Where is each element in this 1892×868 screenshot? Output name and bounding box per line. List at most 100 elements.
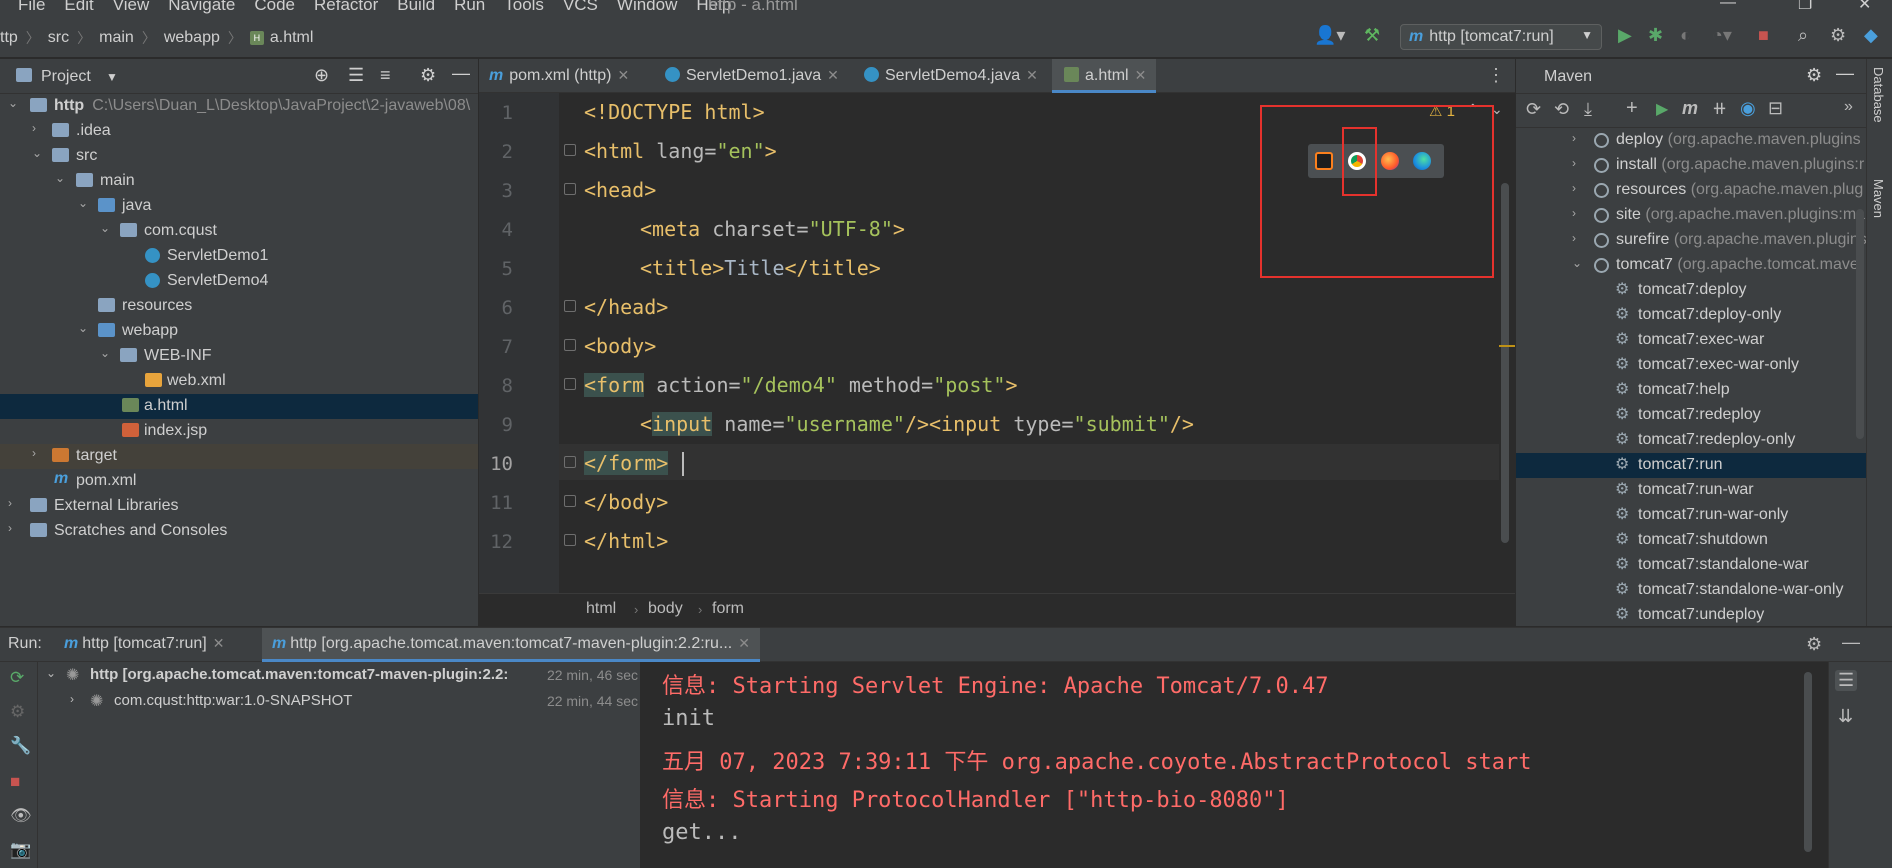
code-line-10[interactable]: </form>	[584, 451, 669, 475]
maven-plugin-site[interactable]: › site (org.apache.maven.plugins:ma	[1516, 203, 1866, 228]
folder-reload-icon[interactable]: ⟲	[1554, 99, 1569, 120]
menu-view[interactable]: View	[113, 0, 150, 15]
code-line-5[interactable]: <title>Title</title>	[640, 256, 881, 280]
menu-window[interactable]: Window	[617, 0, 677, 15]
maven-goal[interactable]: ⚙ tomcat7:redeploy	[1516, 403, 1866, 428]
menu-run[interactable]: Run	[454, 0, 485, 15]
chevron-right-icon[interactable]: ›	[32, 121, 36, 135]
maven-goal[interactable]: ⚙ tomcat7:deploy-only	[1516, 303, 1866, 328]
code-line-2[interactable]: <html lang="en">	[584, 139, 777, 163]
fold-marker-icon[interactable]	[564, 339, 576, 351]
chevron-down-icon[interactable]: ⌄	[100, 346, 110, 360]
run-configuration-select[interactable]: m http [tomcat7:run] ▼	[1400, 24, 1602, 50]
fold-marker-icon[interactable]	[564, 495, 576, 507]
restore-icon[interactable]: ❐	[1798, 0, 1812, 14]
crumb-main[interactable]: main	[99, 29, 134, 47]
chevron-right-icon[interactable]: ›	[1572, 231, 1576, 245]
code-line-7[interactable]: <body>	[584, 334, 656, 358]
chevron-down-icon[interactable]: ⌄	[78, 196, 88, 210]
chevron-right-icon[interactable]: ›	[1572, 181, 1576, 195]
code-line-8[interactable]: <form action="/demo4" method="post">	[584, 373, 1018, 397]
minimize-icon[interactable]: —	[1720, 0, 1736, 12]
tree-row-target[interactable]: › target	[0, 444, 478, 469]
more-tabs-icon[interactable]: ⋮	[1487, 65, 1505, 86]
chevron-down-icon[interactable]: ⌄	[100, 221, 110, 235]
offline-icon[interactable]: ◉	[1740, 98, 1756, 119]
chevron-right-icon[interactable]: ›	[8, 496, 12, 510]
maven-goal[interactable]: ⚙ tomcat7:help	[1516, 378, 1866, 403]
camera-icon[interactable]: 📷	[10, 840, 31, 860]
chevron-right-icon[interactable]: ›	[8, 521, 12, 535]
maven-goal[interactable]: ⚙ tomcat7:standalone-war	[1516, 553, 1866, 578]
reload-icon[interactable]: ⟳	[1526, 99, 1541, 120]
maven-plugin-deploy[interactable]: › deploy (org.apache.maven.plugins	[1516, 128, 1866, 153]
run-tab-plugin[interactable]: m http [org.apache.tomcat.maven:tomcat7-m…	[262, 628, 760, 662]
database-tool-tab[interactable]: Database	[1871, 67, 1886, 123]
collapse-all-icon[interactable]: ≡	[380, 65, 391, 86]
chevron-right-icon[interactable]: ›	[70, 692, 74, 706]
run-icon[interactable]: ▶	[1656, 99, 1668, 119]
code-line-11[interactable]: </body>	[584, 490, 668, 514]
maven-goal[interactable]: ⚙ tomcat7:standalone-war-only	[1516, 578, 1866, 603]
hide-panel-icon[interactable]: —	[1842, 632, 1860, 653]
maven-plugin-surefire[interactable]: › surefire (org.apache.maven.plugins	[1516, 228, 1866, 253]
close-window-icon[interactable]: ✕	[1858, 0, 1871, 14]
gear-icon[interactable]: ⚙	[1806, 634, 1822, 655]
fold-marker-icon[interactable]	[564, 300, 576, 312]
crumb-project[interactable]: ttp	[0, 29, 18, 47]
close-icon[interactable]: ✕	[617, 67, 629, 83]
menu-tools[interactable]: Tools	[504, 0, 544, 15]
tree-row-indexjsp[interactable]: index.jsp	[0, 419, 478, 444]
ide-logo-icon[interactable]: ◆	[1864, 25, 1878, 46]
crumb-webapp[interactable]: webapp	[164, 29, 220, 47]
tab-pom-xml[interactable]: m pom.xml (http) ✕	[489, 59, 629, 93]
maven-goal[interactable]: ⚙ tomcat7:shutdown	[1516, 528, 1866, 553]
run-icon[interactable]: ▶	[1618, 25, 1632, 46]
tree-row-servletdemo4[interactable]: ServletDemo4	[0, 269, 478, 294]
tree-row-ahtml-selected[interactable]: a.html	[0, 394, 478, 419]
crumb-file[interactable]: a.html	[270, 29, 314, 47]
rerun-failed-icon[interactable]: ⚙	[10, 702, 25, 722]
menu-file[interactable]: File	[18, 0, 45, 15]
tree-row-webxml[interactable]: web.xml	[0, 369, 478, 394]
chevron-down-icon[interactable]: ⌄	[46, 666, 56, 680]
chevron-down-icon[interactable]: ⌄	[78, 321, 88, 335]
menu-vcs[interactable]: VCS	[563, 0, 598, 15]
chevron-right-icon[interactable]: ›	[1572, 131, 1576, 145]
maven-goal-selected[interactable]: ⚙ tomcat7:run	[1516, 453, 1866, 478]
close-icon[interactable]: ✕	[827, 67, 839, 83]
tree-row-src[interactable]: ⌄ src	[0, 144, 478, 169]
stop-icon[interactable]: ■	[10, 772, 20, 792]
tree-row-external-libraries[interactable]: › External Libraries	[0, 494, 478, 519]
chevron-down-icon[interactable]: ⌄	[8, 96, 18, 110]
profile-icon[interactable]: ◔▾	[1712, 25, 1732, 46]
maven-scrollbar[interactable]	[1856, 209, 1864, 439]
maven-execute-icon[interactable]: m	[1682, 98, 1698, 119]
tree-row-idea[interactable]: › .idea	[0, 119, 478, 144]
console-output[interactable]: 信息: Starting Servlet Engine: Apache Tomc…	[640, 662, 1828, 868]
tree-row-pomxml[interactable]: m pom.xml	[0, 469, 478, 494]
close-icon[interactable]: ✕	[1026, 67, 1038, 83]
stop-icon[interactable]: ■	[1758, 25, 1769, 46]
menu-code[interactable]: Code	[254, 0, 295, 15]
run-tree-row[interactable]: › ✺ com.cqust:http:war:1.0-SNAPSHOT 22 m…	[38, 691, 640, 715]
coverage-icon[interactable]: ◐	[1680, 25, 1691, 46]
expand-all-icon[interactable]: ☰	[348, 65, 364, 86]
fold-marker-icon[interactable]	[564, 456, 576, 468]
tree-row-scratches[interactable]: › Scratches and Consoles	[0, 519, 478, 544]
download-icon[interactable]: ⤓	[1584, 99, 1592, 120]
run-tree-row[interactable]: ⌄ ✺ http [org.apache.tomcat.maven:tomcat…	[38, 665, 640, 689]
maven-goal[interactable]: ⚙ tomcat7:exec-war	[1516, 328, 1866, 353]
menu-navigate[interactable]: Navigate	[168, 0, 235, 15]
tree-row-java[interactable]: ⌄ java	[0, 194, 478, 219]
tree-row-servletdemo1[interactable]: ServletDemo1	[0, 244, 478, 269]
collapse-icon[interactable]: ⊟	[1768, 98, 1783, 119]
code-line-9[interactable]: <input name="username"/><input type="sub…	[640, 412, 1194, 436]
menu-edit[interactable]: Edit	[64, 0, 93, 15]
tree-row-resources[interactable]: resources	[0, 294, 478, 319]
fold-marker-icon[interactable]	[564, 534, 576, 546]
tree-row-webapp[interactable]: ⌄ webapp	[0, 319, 478, 344]
maven-plugin-install[interactable]: › install (org.apache.maven.plugins:r	[1516, 153, 1866, 178]
maven-goal[interactable]: ⚙ tomcat7:exec-war-only	[1516, 353, 1866, 378]
menu-refactor[interactable]: Refactor	[314, 0, 378, 15]
